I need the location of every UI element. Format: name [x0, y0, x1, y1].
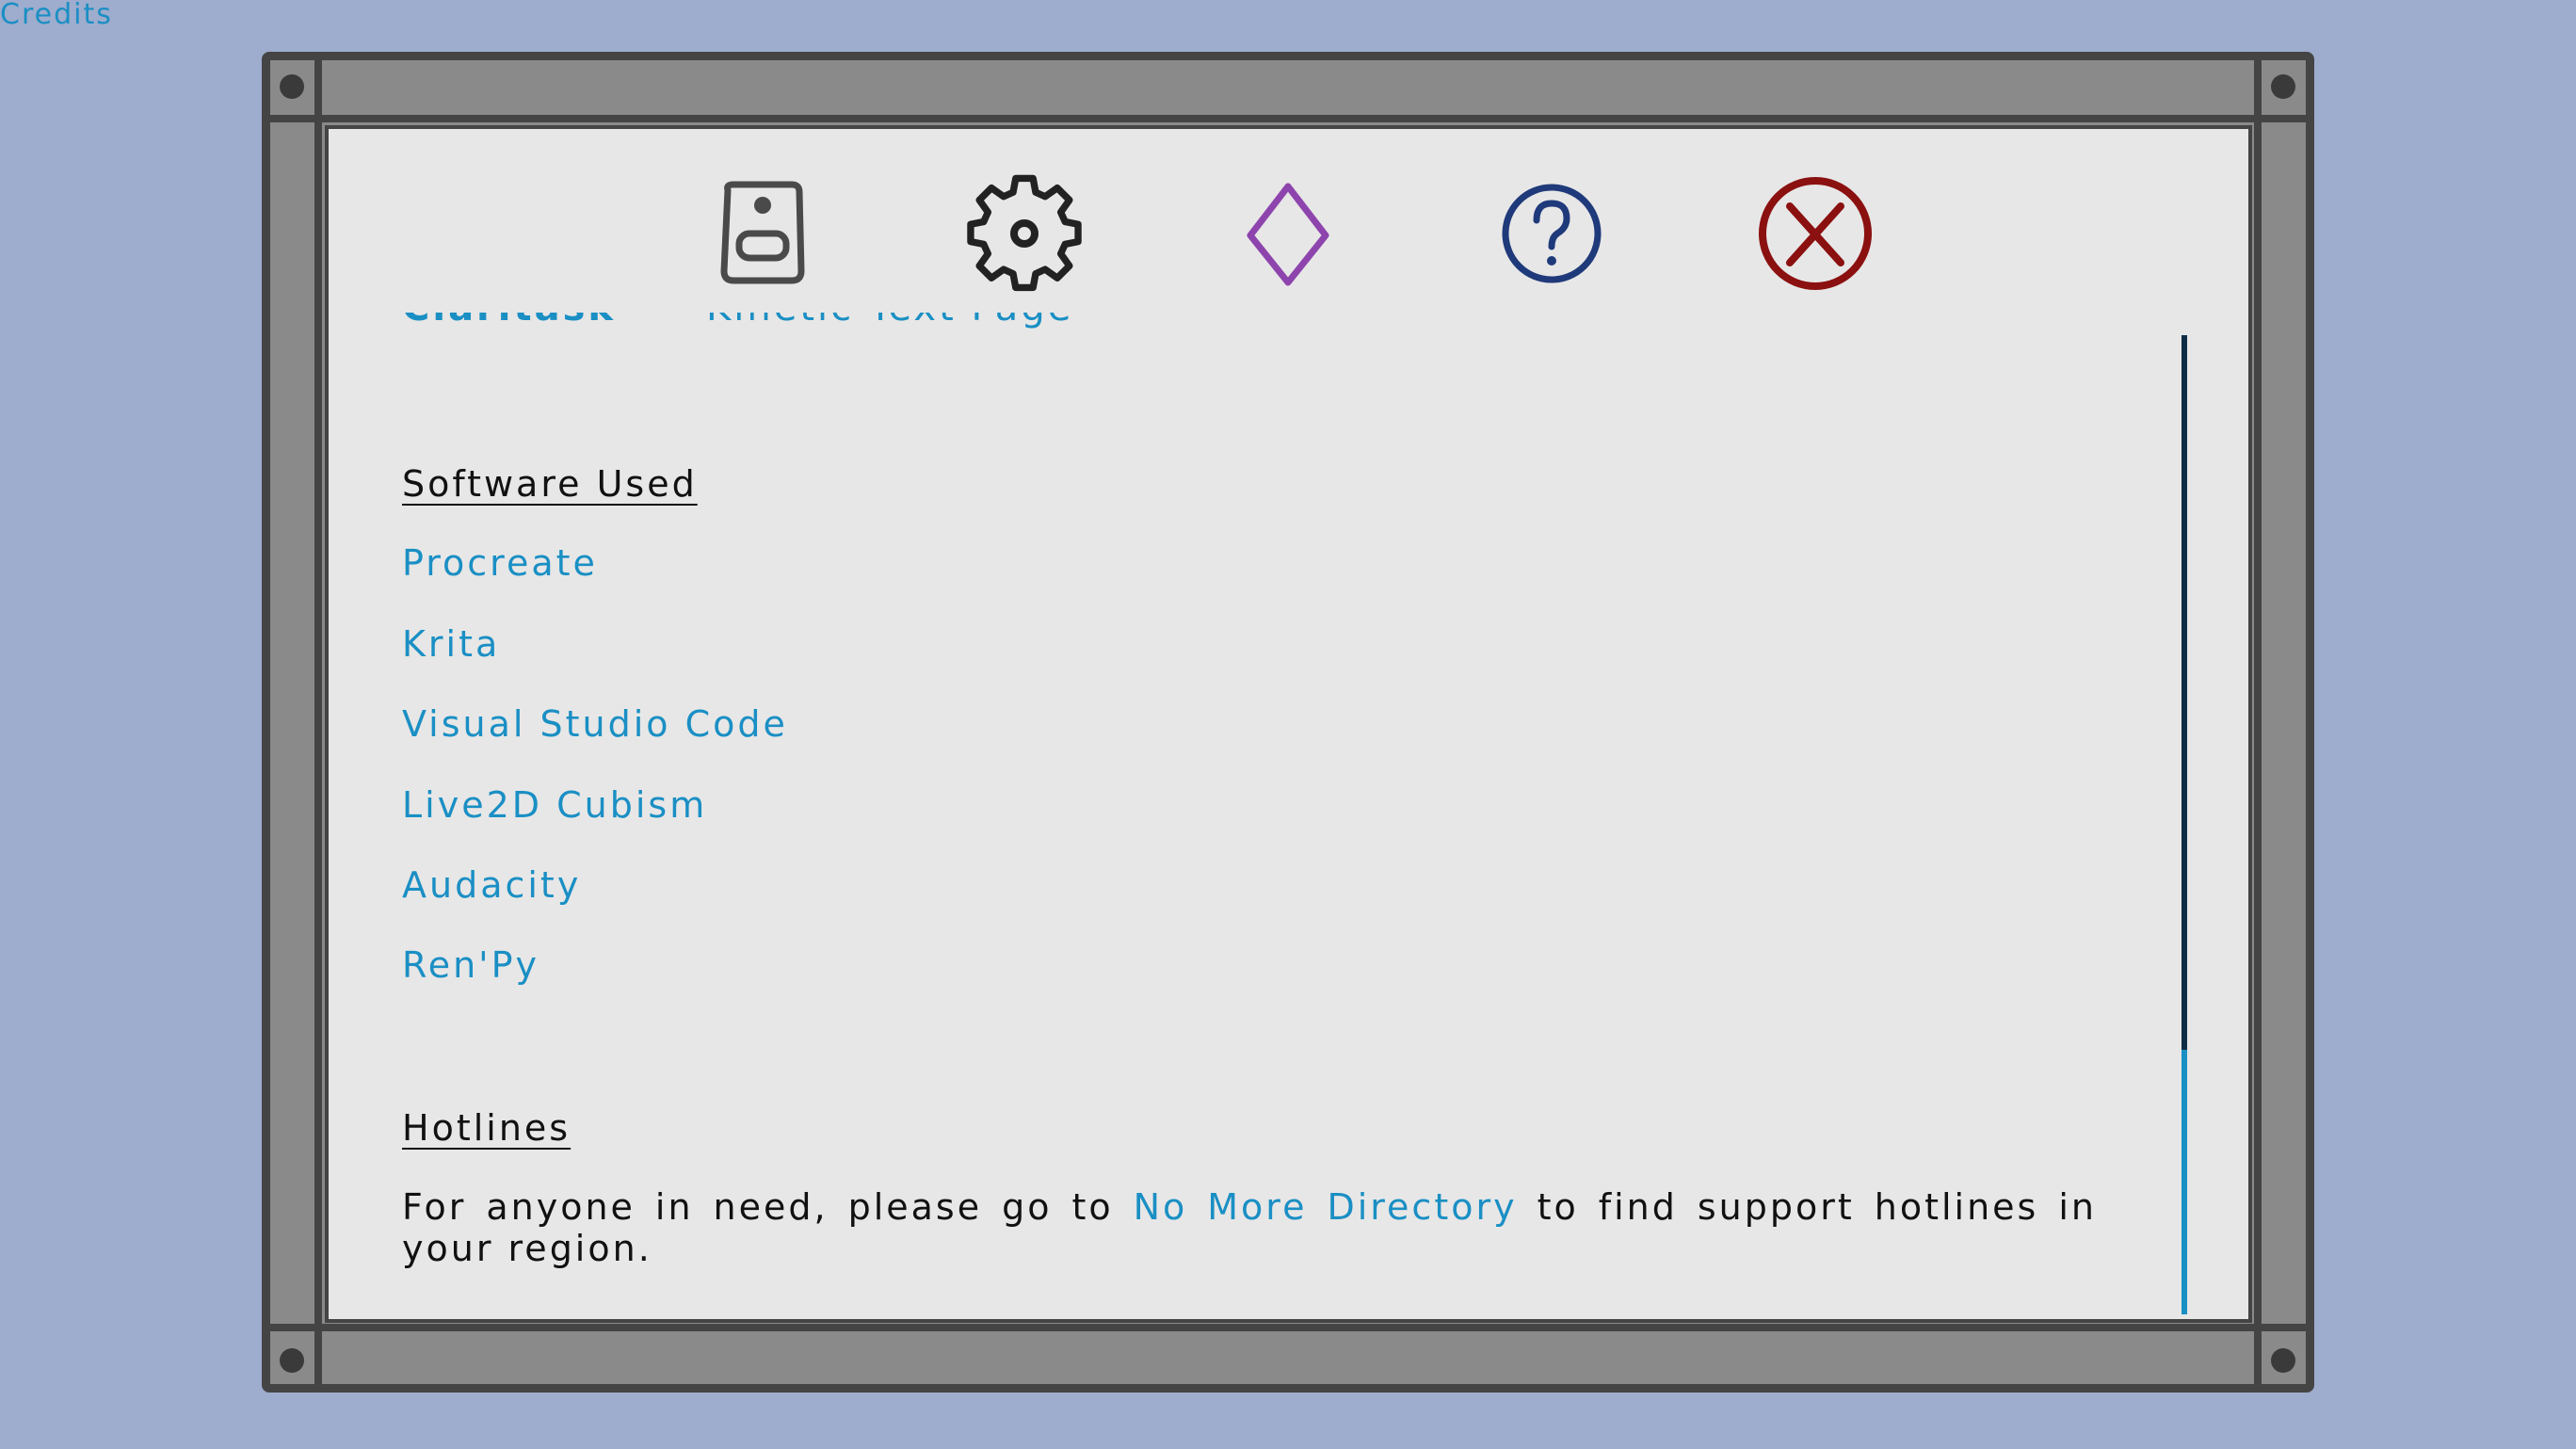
save-icon: [720, 181, 805, 284]
close-button[interactable]: [1749, 168, 1881, 299]
software-used-heading: Software Used: [402, 463, 698, 505]
no-more-directory-link[interactable]: No More Directory: [1134, 1186, 1518, 1228]
close-icon: [1759, 177, 1872, 290]
hotlines-paragraph: For anyone in need, please go to No More…: [402, 1186, 2097, 1269]
software-link-live2d[interactable]: Live2D Cubism: [402, 784, 707, 826]
settings-button[interactable]: [958, 168, 1090, 299]
extras-button[interactable]: [1222, 168, 1354, 299]
software-link-audacity[interactable]: Audacity: [402, 864, 581, 906]
software-link-krita[interactable]: Krita: [402, 623, 500, 665]
credit-name: Claritask: [402, 313, 616, 330]
diamond-icon: [1247, 183, 1329, 286]
bolt-top-left: [280, 74, 304, 99]
frame-post-left: [314, 60, 322, 1384]
credit-role: - Kinetic Text Page: [675, 313, 1073, 330]
save-button[interactable]: [697, 168, 829, 299]
software-link-procreate[interactable]: Procreate: [402, 542, 598, 584]
software-link-renpy[interactable]: Ren'Py: [402, 944, 539, 986]
frame-post-right: [2254, 60, 2262, 1384]
frame-bar-bottom: [270, 1324, 2306, 1331]
credits-scroll-area[interactable]: Claritask - Kinetic Text Page Software U…: [402, 292, 2097, 1318]
hotlines-text-before: For anyone in need, please go to: [402, 1186, 1114, 1228]
partially-hidden-credit-line: Claritask - Kinetic Text Page: [402, 313, 1073, 350]
bolt-bottom-left: [280, 1348, 304, 1373]
frame-bar-top: [270, 115, 2306, 122]
scrollbar-thumb[interactable]: [2182, 335, 2187, 1050]
help-icon: [1502, 184, 1602, 283]
bolt-bottom-right: [2271, 1348, 2295, 1373]
software-link-vscode[interactable]: Visual Studio Code: [402, 703, 788, 745]
screen-title: Credits: [0, 0, 113, 31]
help-button[interactable]: [1486, 168, 1618, 299]
hotlines-heading: Hotlines: [402, 1107, 572, 1149]
settings-gear-icon: [967, 174, 1082, 292]
bolt-top-right: [2271, 74, 2295, 99]
